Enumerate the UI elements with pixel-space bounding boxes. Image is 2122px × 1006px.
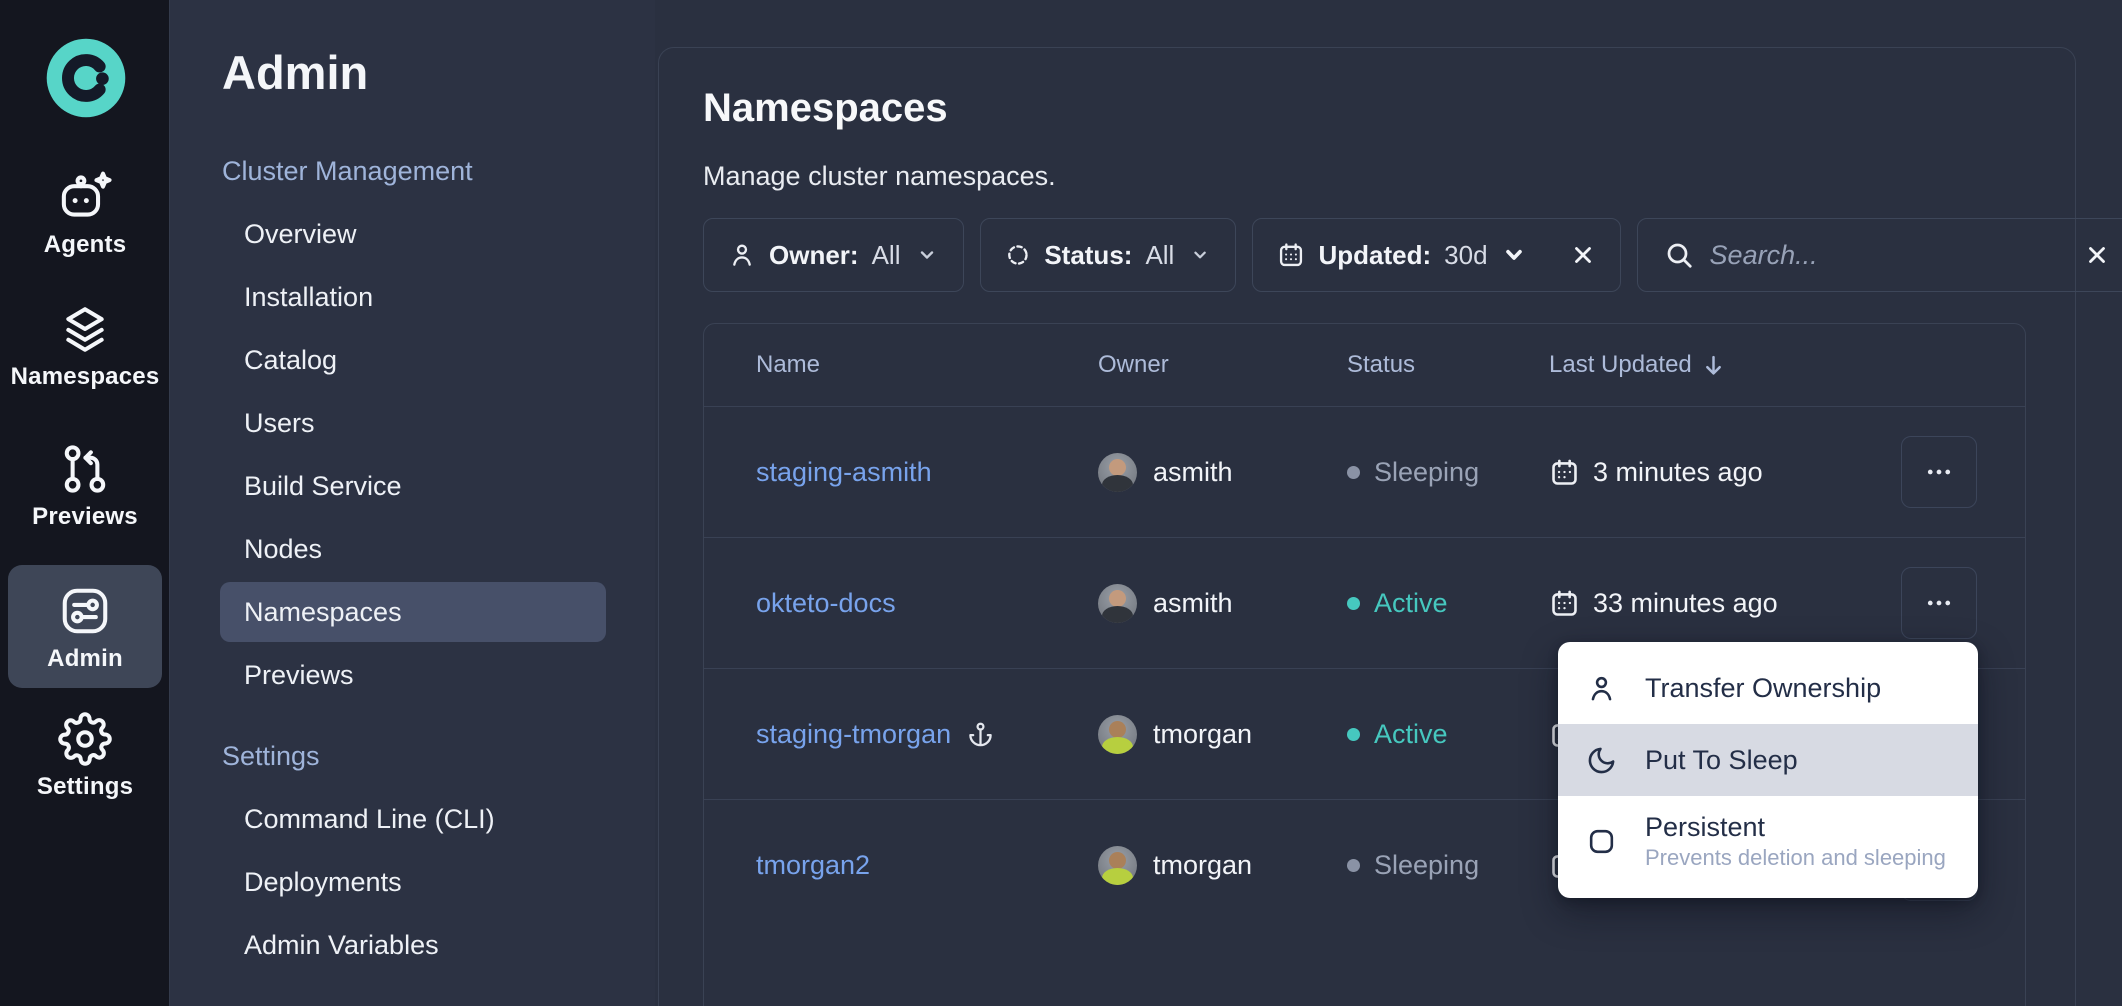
avatar <box>1098 715 1137 754</box>
table-row: staging-asmith asmith Sleeping 3 minutes… <box>704 406 2025 537</box>
previews-icon <box>58 442 112 496</box>
layers-icon <box>58 302 112 356</box>
menu-item-put-to-sleep[interactable]: Put To Sleep <box>1558 724 1978 796</box>
namespace-link[interactable]: okteto-docs <box>756 588 896 619</box>
chevron-down-icon <box>1189 243 1211 267</box>
chevron-down-icon[interactable] <box>1501 242 1527 268</box>
sidebar-item-admin-variables[interactable]: Admin Variables <box>220 915 606 975</box>
icon-sidebar: Agents Namespaces Previews Admin <box>0 0 170 1006</box>
namespace-link[interactable]: staging-tmorgan <box>756 719 951 750</box>
table-header-name: Name <box>704 351 1098 379</box>
namespace-link[interactable]: tmorgan2 <box>756 850 870 881</box>
sidebar-item-previews[interactable]: Previews <box>220 645 606 705</box>
dashed-circle-icon <box>1005 241 1031 269</box>
sort-desc-icon <box>1700 352 1727 379</box>
avatar <box>1098 584 1137 623</box>
sidebar-item-overview[interactable]: Overview <box>220 204 606 264</box>
status-badge: Active <box>1347 588 1549 619</box>
clear-filter-icon[interactable] <box>1570 242 1596 268</box>
row-actions-button[interactable] <box>1901 436 1977 508</box>
section-settings: Settings <box>222 739 655 773</box>
status-badge: Active <box>1347 719 1549 750</box>
filter-owner[interactable]: Owner: All <box>703 218 964 292</box>
status-dot <box>1347 859 1360 872</box>
last-updated-cell: 3 minutes ago <box>1549 457 1901 488</box>
person-icon <box>728 241 756 269</box>
table-header: Name Owner Status Last Updated <box>704 324 2025 406</box>
cluster-management-list: Overview Installation Catalog Users Buil… <box>222 204 655 705</box>
search-icon <box>1664 240 1694 270</box>
sidebar-item-admin[interactable]: Admin <box>8 565 162 688</box>
filter-bar: Owner: All Status: All Updated: <box>703 218 2026 292</box>
ellipsis-icon <box>1924 457 1954 487</box>
owner-name: tmorgan <box>1153 850 1252 881</box>
sidebar-item-namespaces[interactable]: Namespaces <box>220 582 606 642</box>
chevron-down-icon <box>915 243 939 267</box>
owner-name: tmorgan <box>1153 719 1252 750</box>
sidebar-item-installation[interactable]: Installation <box>220 267 606 327</box>
anchor-icon <box>967 721 994 748</box>
calendar-icon <box>1277 241 1305 269</box>
menu-item-transfer-ownership[interactable]: Transfer Ownership <box>1558 652 1978 724</box>
agents-icon <box>58 170 112 224</box>
admin-icon <box>58 584 112 638</box>
filter-updated[interactable]: Updated: 30d <box>1252 218 1620 292</box>
checkbox-icon <box>1586 826 1617 857</box>
search-box <box>1637 218 2122 292</box>
ellipsis-icon <box>1924 588 1954 618</box>
clear-search-icon[interactable] <box>2084 242 2110 268</box>
sidebar-item-build-service[interactable]: Build Service <box>220 456 606 516</box>
sidebar-item-users[interactable]: Users <box>220 393 606 453</box>
table-header-owner: Owner <box>1098 351 1347 379</box>
settings-list: Command Line (CLI) Deployments Admin Var… <box>222 789 655 975</box>
last-updated-cell: 33 minutes ago <box>1549 588 1901 619</box>
person-icon <box>1586 673 1617 704</box>
owner-name: asmith <box>1153 588 1233 619</box>
owner-name: asmith <box>1153 457 1233 488</box>
avatar <box>1098 453 1137 492</box>
page-title: Namespaces <box>703 85 2026 131</box>
sidebar-title: Admin <box>222 38 655 108</box>
section-cluster-management: Cluster Management <box>222 154 655 188</box>
table-header-last-updated[interactable]: Last Updated <box>1549 351 1901 379</box>
table-header-status: Status <box>1347 351 1549 379</box>
sidebar-item-namespaces[interactable]: Namespaces <box>0 302 170 391</box>
page-subtitle: Manage cluster namespaces. <box>703 159 2026 193</box>
calendar-icon <box>1549 457 1580 488</box>
status-dot <box>1347 597 1360 610</box>
sidebar-item-catalog[interactable]: Catalog <box>220 330 606 390</box>
search-input[interactable] <box>1710 240 2064 271</box>
status-badge: Sleeping <box>1347 457 1549 488</box>
sidebar-item-settings[interactable]: Settings <box>0 712 170 801</box>
status-dot <box>1347 466 1360 479</box>
sidebar-item-agents[interactable]: Agents <box>0 170 170 259</box>
gear-icon <box>58 712 112 766</box>
sidebar-item-nodes[interactable]: Nodes <box>220 519 606 579</box>
namespace-link[interactable]: staging-asmith <box>756 457 932 488</box>
sidebar-item-cli[interactable]: Command Line (CLI) <box>220 789 606 849</box>
sidebar-item-previews[interactable]: Previews <box>0 442 170 531</box>
row-actions-button[interactable] <box>1901 567 1977 639</box>
status-dot <box>1347 728 1360 741</box>
calendar-icon <box>1549 588 1580 619</box>
avatar <box>1098 846 1137 885</box>
row-actions-menu: Transfer Ownership Put To Sleep Persiste… <box>1558 642 1978 898</box>
okteto-logo[interactable] <box>45 37 127 119</box>
filter-status[interactable]: Status: All <box>980 218 1236 292</box>
sidebar-item-deployments[interactable]: Deployments <box>220 852 606 912</box>
menu-item-persistent[interactable]: Persistent Prevents deletion and sleepin… <box>1558 796 1978 886</box>
moon-icon <box>1586 745 1617 776</box>
admin-sidebar: Admin Cluster Management Overview Instal… <box>170 0 655 1006</box>
status-badge: Sleeping <box>1347 850 1549 881</box>
